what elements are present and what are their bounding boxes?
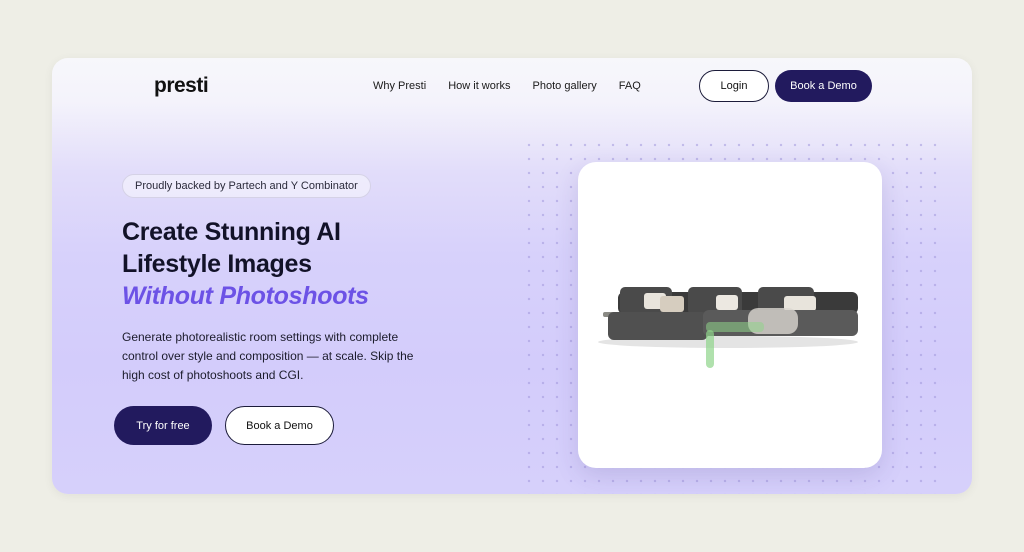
try-for-free-button[interactable]: Try for free bbox=[114, 406, 212, 445]
nav-item-faq[interactable]: FAQ bbox=[619, 80, 641, 92]
nav-item-how-it-works[interactable]: How it works bbox=[448, 80, 510, 92]
nav-item-photo-gallery[interactable]: Photo gallery bbox=[533, 80, 597, 92]
book-demo-nav-button[interactable]: Book a Demo bbox=[775, 70, 872, 102]
login-button[interactable]: Login bbox=[699, 70, 769, 102]
headline-line-2: Lifestyle Images bbox=[122, 250, 312, 278]
backers-badge: Proudly backed by Partech and Y Combinat… bbox=[122, 174, 371, 198]
preview-card bbox=[578, 162, 882, 468]
headline-accent: Without Photoshoots bbox=[122, 282, 369, 310]
hero-headline: Create Stunning AI Lifestyle Images With… bbox=[122, 216, 482, 312]
sofa-image bbox=[598, 287, 858, 368]
main-nav: Why Presti How it works Photo gallery FA… bbox=[373, 80, 663, 92]
hero-description: Generate photorealistic room settings wi… bbox=[122, 330, 414, 382]
logo[interactable]: presti bbox=[154, 74, 209, 98]
book-demo-button[interactable]: Book a Demo bbox=[225, 406, 334, 445]
headline-line-1: Create Stunning AI bbox=[122, 218, 341, 246]
hero-frame: presti Why Presti How it works Photo gal… bbox=[52, 58, 972, 494]
nav-item-why-presti[interactable]: Why Presti bbox=[373, 80, 426, 92]
